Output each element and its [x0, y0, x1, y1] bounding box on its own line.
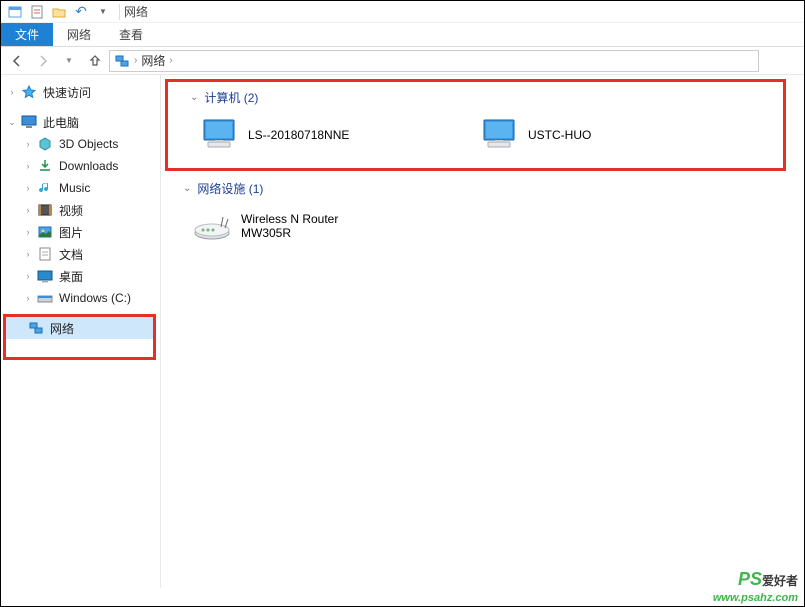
navigation-pane: › 快速访问 ⌄ 此电脑 › 3D Objects › Downloads › Mus…: [1, 75, 161, 588]
desktop-icon: [37, 268, 53, 284]
router-icon: [191, 205, 233, 247]
separator: [119, 4, 120, 20]
forward-button[interactable]: [31, 49, 55, 73]
address-field[interactable]: › 网络 ›: [109, 50, 759, 72]
expand-icon[interactable]: ›: [21, 271, 35, 281]
recent-dropdown[interactable]: ▼: [57, 49, 81, 73]
computer-icon: [478, 114, 520, 156]
expand-icon[interactable]: ›: [21, 161, 35, 171]
tab-file[interactable]: 文件: [1, 23, 53, 46]
tree-pictures[interactable]: › 图片: [1, 221, 160, 243]
undo-icon[interactable]: ↶: [71, 2, 91, 22]
expand-icon[interactable]: ›: [21, 293, 35, 303]
tree-documents[interactable]: › 文档: [1, 243, 160, 265]
highlight-box: 网络: [3, 314, 156, 360]
router-item[interactable]: Wireless N Router MW305R: [191, 205, 431, 247]
qat-icon[interactable]: [5, 2, 25, 22]
computer-item[interactable]: USTC-HUO: [478, 114, 718, 156]
star-icon: [21, 84, 37, 100]
pc-icon: [21, 114, 37, 130]
tree-label: Downloads: [59, 159, 118, 173]
tree-quick-access[interactable]: › 快速访问: [1, 81, 160, 103]
content-pane: ⌄ 计算机 (2) LS--20180718NNE USTC-HUO: [161, 75, 804, 588]
group-header-computers[interactable]: ⌄ 计算机 (2): [168, 86, 783, 108]
tree-label: 快速访问: [43, 84, 91, 101]
tree-videos[interactable]: › 视频: [1, 199, 160, 221]
collapse-icon[interactable]: ⌄: [190, 92, 198, 103]
expand-icon[interactable]: ›: [21, 227, 35, 237]
tree-network[interactable]: 网络: [6, 317, 153, 339]
collapse-icon[interactable]: ⌄: [5, 117, 19, 128]
tab-view[interactable]: 查看: [105, 23, 157, 46]
expand-icon[interactable]: ›: [5, 87, 19, 97]
breadcrumb-network[interactable]: 网络: [141, 52, 165, 69]
group-header-devices[interactable]: ⌄ 网络设施 (1): [161, 177, 804, 199]
picture-icon: [37, 224, 53, 240]
drive-icon: [37, 290, 53, 306]
tree-drive-c[interactable]: › Windows (C:): [1, 287, 160, 309]
watermark: PS爱好者 www.psahz.com: [713, 570, 798, 604]
highlight-box: ⌄ 计算机 (2) LS--20180718NNE USTC-HUO: [165, 79, 786, 171]
tree-desktop[interactable]: › 桌面: [1, 265, 160, 287]
tree-label: 视频: [59, 202, 83, 219]
watermark-brand: PS: [738, 569, 762, 589]
tree-music[interactable]: › Music: [1, 177, 160, 199]
network-icon: [114, 53, 130, 69]
tree-label: 文档: [59, 246, 83, 263]
computer-icon: [198, 114, 240, 156]
tree-label: 桌面: [59, 268, 83, 285]
group-label: 网络设施 (1): [197, 180, 263, 197]
back-button[interactable]: [5, 49, 29, 73]
tree-label: 图片: [59, 224, 83, 241]
computer-item[interactable]: LS--20180718NNE: [198, 114, 438, 156]
tree-downloads[interactable]: › Downloads: [1, 155, 160, 177]
watermark-url: www.psahz.com: [713, 592, 798, 604]
document-icon: [37, 246, 53, 262]
tree-label: 网络: [50, 320, 74, 337]
chevron-icon: ›: [169, 55, 172, 66]
expand-icon[interactable]: ›: [21, 205, 35, 215]
ribbon-tabs: 文件 网络 查看: [1, 23, 804, 47]
music-icon: [37, 180, 53, 196]
item-label-line2: MW305R: [241, 226, 338, 240]
expand-icon[interactable]: ›: [21, 139, 35, 149]
item-label: LS--20180718NNE: [248, 128, 349, 142]
item-label-line1: Wireless N Router: [241, 212, 338, 226]
3d-icon: [37, 136, 53, 152]
titlebar: ↶ ▼ 网络: [1, 1, 804, 23]
collapse-icon[interactable]: ⌄: [183, 183, 191, 194]
network-icon: [28, 320, 44, 336]
window-title: 网络: [124, 3, 148, 20]
video-icon: [37, 202, 53, 218]
item-label: USTC-HUO: [528, 128, 591, 142]
up-button[interactable]: [83, 49, 107, 73]
download-icon: [37, 158, 53, 174]
qat-properties-icon[interactable]: [27, 2, 47, 22]
address-bar: ▼ › 网络 ›: [1, 47, 804, 75]
tab-network[interactable]: 网络: [53, 23, 105, 46]
tree-label: 3D Objects: [59, 137, 118, 151]
chevron-icon: ›: [134, 55, 137, 66]
expand-icon[interactable]: ›: [21, 249, 35, 259]
qat-dropdown-icon[interactable]: ▼: [93, 2, 113, 22]
qat-folder-icon[interactable]: [49, 2, 69, 22]
tree-this-pc[interactable]: ⌄ 此电脑: [1, 111, 160, 133]
tree-label: Windows (C:): [59, 291, 131, 305]
expand-icon[interactable]: ›: [21, 183, 35, 193]
group-label: 计算机 (2): [204, 89, 258, 106]
tree-label: Music: [59, 181, 90, 195]
tree-label: 此电脑: [43, 114, 79, 131]
tree-3d-objects[interactable]: › 3D Objects: [1, 133, 160, 155]
watermark-cn: 爱好者: [762, 574, 798, 588]
